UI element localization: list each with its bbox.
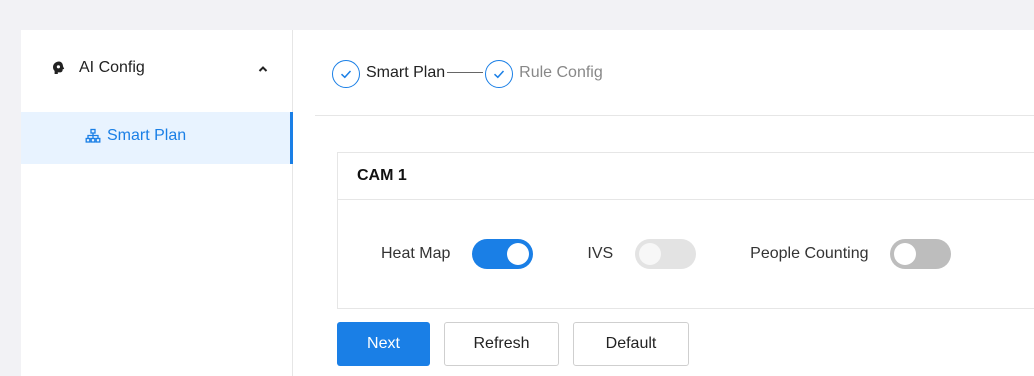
sidebar-item-smart-plan[interactable]: Smart Plan — [21, 112, 293, 164]
camera-title: CAM 1 — [357, 167, 407, 184]
toggle-label: People Counting — [750, 245, 869, 262]
check-circle-icon — [332, 59, 360, 88]
heat-map-switch[interactable] — [472, 239, 534, 269]
action-bar: Next Refresh Default — [337, 322, 689, 366]
ai-config-icon — [51, 60, 67, 76]
step-rule-config[interactable]: Rule Config — [485, 58, 603, 88]
check-circle-icon — [485, 59, 514, 88]
card-header: CAM 1 — [338, 153, 1034, 200]
stepper: Smart Plan Rule Config — [315, 30, 1034, 116]
sidebar-group-ai-config[interactable]: AI Config — [21, 30, 292, 112]
main-panel: Smart Plan Rule Config CAM 1 Heat Map IV… — [293, 30, 1034, 376]
default-button[interactable]: Default — [573, 322, 689, 366]
toggle-people-counting: People Counting — [750, 239, 1005, 269]
people-counting-switch[interactable] — [890, 239, 952, 269]
org-chart-icon — [85, 128, 101, 144]
refresh-button[interactable]: Refresh — [444, 322, 559, 366]
sidebar-item-label: Smart Plan — [107, 127, 187, 144]
step-label: Rule Config — [519, 63, 603, 81]
camera-card: CAM 1 Heat Map IVS People Counting — [337, 152, 1034, 309]
sidebar: AI Config Smart Plan — [21, 30, 293, 376]
chevron-up-icon[interactable] — [256, 62, 270, 76]
card-body: Heat Map IVS People Counting — [338, 200, 1034, 308]
step-connector — [447, 72, 484, 73]
step-label: Smart Plan — [366, 63, 446, 81]
next-button[interactable]: Next — [337, 322, 430, 366]
ivs-switch[interactable] — [635, 239, 697, 269]
app-shell: AI Config Smart Plan Smart Plan Rule Con… — [21, 30, 1034, 376]
toggle-heat-map: Heat Map — [381, 239, 587, 269]
sidebar-group-label: AI Config — [79, 59, 145, 76]
toggle-label: Heat Map — [381, 245, 451, 262]
step-smart-plan[interactable]: Smart Plan — [332, 58, 445, 88]
toggle-ivs: IVS — [587, 239, 750, 269]
toggle-label: IVS — [587, 245, 614, 262]
